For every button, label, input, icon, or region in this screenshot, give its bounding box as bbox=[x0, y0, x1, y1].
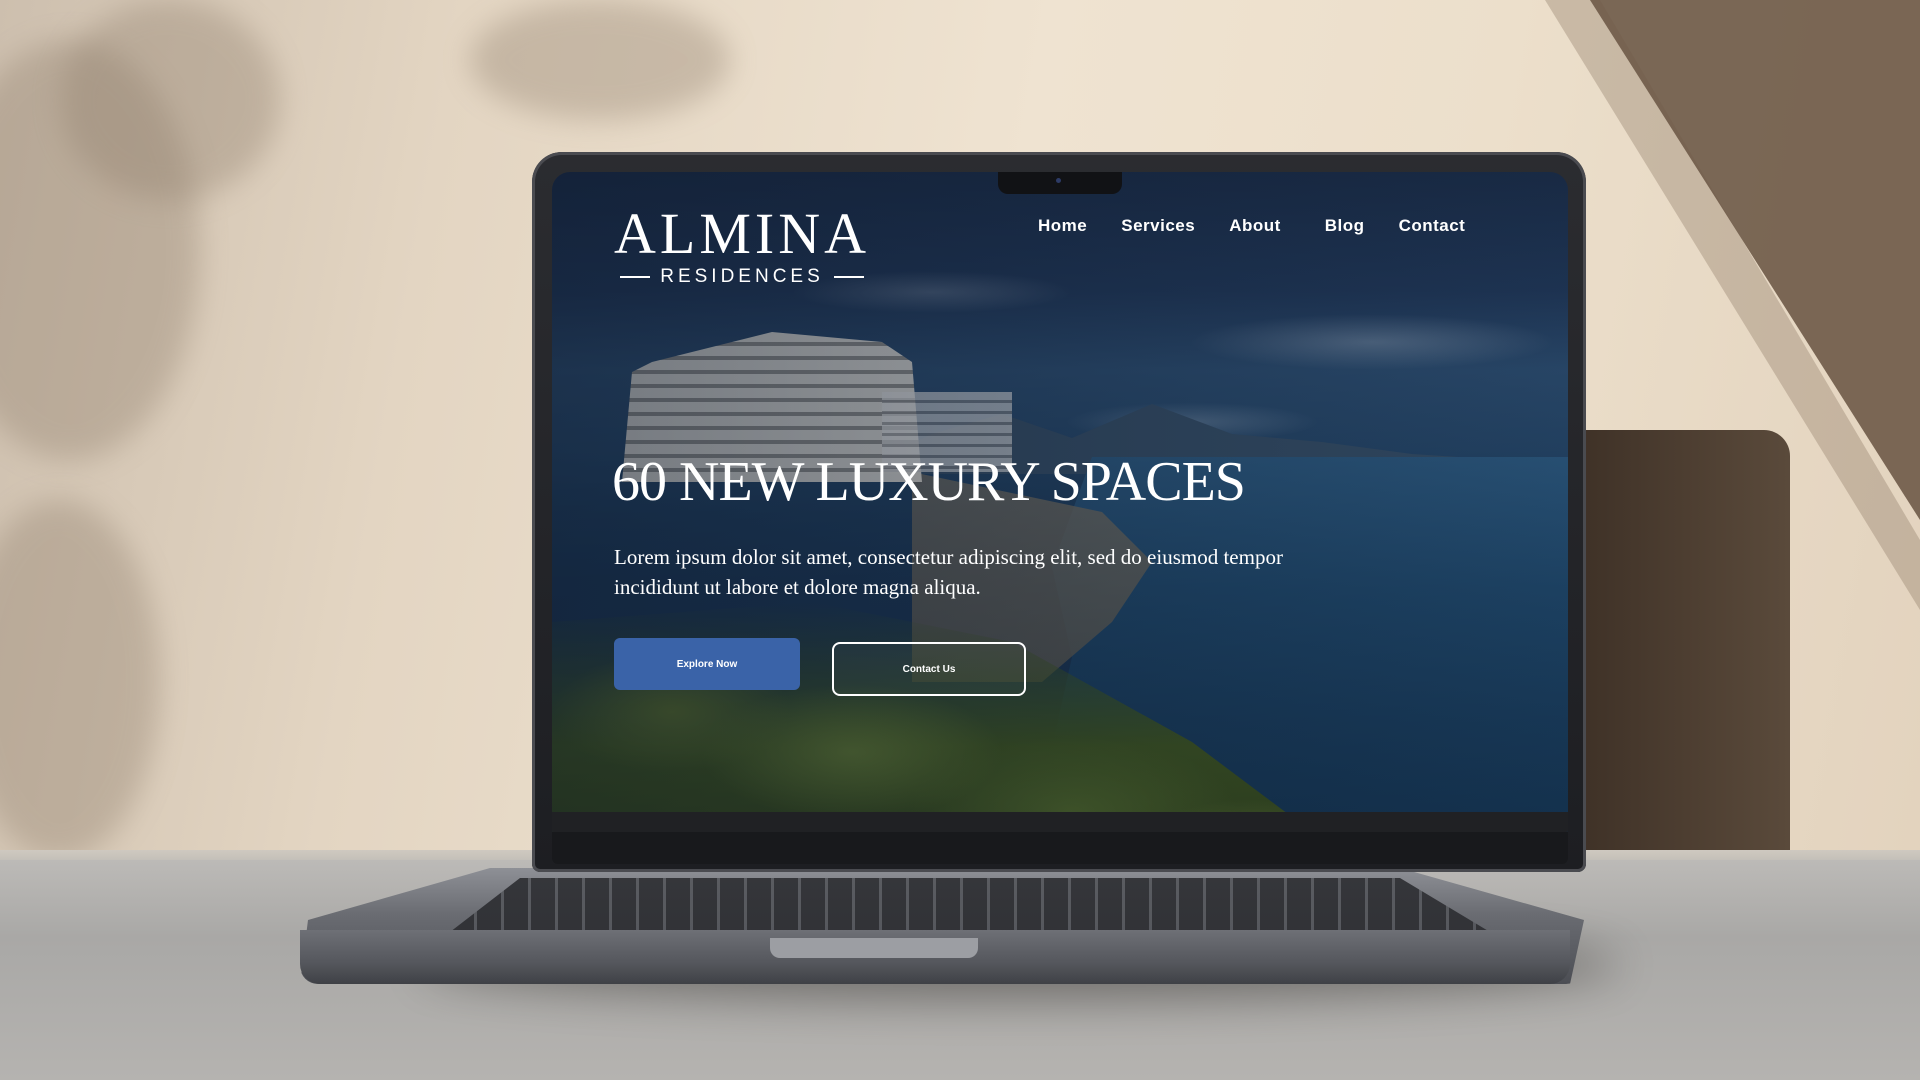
contact-us-button[interactable]: Contact Us bbox=[832, 642, 1026, 696]
camera-icon bbox=[1056, 178, 1061, 183]
nav-blog[interactable]: Blog bbox=[1325, 216, 1365, 236]
main-nav: Home Services About Blog Contact bbox=[1038, 216, 1499, 236]
laptop-bezel bbox=[552, 832, 1568, 864]
logo-subtitle: RESIDENCES bbox=[660, 266, 824, 287]
laptop-screen: ALMINA RESIDENCES Home Services About Bl… bbox=[552, 172, 1568, 832]
nav-home[interactable]: Home bbox=[1038, 216, 1087, 236]
foliage-shadow bbox=[470, 0, 730, 120]
nav-contact[interactable]: Contact bbox=[1399, 216, 1466, 236]
nav-services[interactable]: Services bbox=[1121, 216, 1195, 236]
explore-now-button[interactable]: Explore Now bbox=[614, 638, 800, 690]
hero-title: 60 NEW LUXURY SPACES bbox=[612, 451, 1246, 513]
camera-notch bbox=[998, 172, 1122, 194]
hero-description: Lorem ipsum dolor sit amet, consectetur … bbox=[614, 545, 1283, 599]
nav-about[interactable]: About bbox=[1229, 216, 1281, 236]
laptop-lid-notch bbox=[770, 938, 978, 958]
logo-rule-left bbox=[620, 276, 651, 278]
logo-rule-right bbox=[833, 276, 864, 278]
logo-subline: RESIDENCES bbox=[612, 266, 872, 288]
logo-wordmark: ALMINA bbox=[614, 201, 870, 266]
laptop-keyboard bbox=[450, 878, 1490, 932]
site-logo[interactable]: ALMINA RESIDENCES bbox=[612, 204, 872, 288]
screen-bottom-bezel bbox=[552, 812, 1568, 832]
foliage-shadow bbox=[60, 0, 280, 200]
